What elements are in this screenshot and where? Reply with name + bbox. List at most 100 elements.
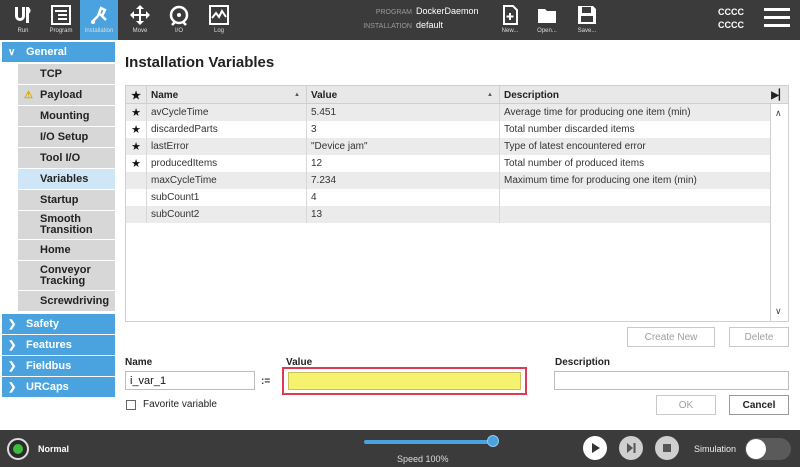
header-name[interactable]: Name ▲ (147, 86, 307, 104)
name-label: Name (125, 357, 153, 368)
top-bar: Run Program Installation Move I/O Log PR… (0, 0, 800, 40)
nav-item-mounting[interactable]: Mounting (18, 106, 115, 127)
nav-group-urcaps[interactable]: ❯ URCaps (2, 377, 115, 397)
variables-table: ★ Name ▲ Value ▲ Description ▶▏ ★ avCycleTi… (125, 85, 789, 322)
header-value[interactable]: Value ▲ (307, 86, 500, 104)
io-tab[interactable]: I/O (160, 0, 198, 40)
table-row[interactable]: ★ lastError "Device jam" Type of latest enc… (126, 138, 770, 155)
power-status-icon (13, 444, 23, 454)
program-key: PROGRAM (375, 9, 412, 16)
step-button[interactable] (619, 436, 643, 460)
table-row[interactable]: ★ discardedParts 3 Total number discarded i… (126, 121, 770, 138)
log-tab[interactable]: Log (200, 0, 238, 40)
program-tab[interactable]: Program (42, 0, 80, 40)
header-name-label: Name (151, 89, 179, 101)
nav-item-tcp[interactable]: TCP (18, 64, 115, 85)
column-collapse-icon[interactable]: ▶▏ (770, 86, 788, 104)
header-star[interactable]: ★ (126, 86, 147, 104)
nav-group-fieldbus[interactable]: ❯ Fieldbus (2, 356, 115, 376)
table-row[interactable]: subCount1 4 (126, 189, 770, 206)
nav-item-mounting-label: Mounting (40, 109, 90, 122)
table-row[interactable]: ★ avCycleTime 5.451 Average time for produc… (126, 104, 770, 121)
speed-label: Speed 100% (397, 454, 449, 464)
nav-item-startup[interactable]: Startup (18, 190, 115, 211)
play-button[interactable] (583, 436, 607, 460)
nav-group-general[interactable]: ∨ General (2, 42, 115, 62)
open-button-label: Open... (537, 28, 557, 34)
value-input-highlight (282, 367, 527, 395)
chevron-down-icon: ∨ (8, 46, 16, 58)
chevron-right-icon: ❯ (8, 381, 17, 393)
scroll-up-icon[interactable]: ∧ (775, 108, 782, 119)
speed-slider[interactable] (364, 440, 494, 444)
table-row[interactable]: subCount2 13 (126, 206, 770, 223)
delete-button[interactable]: Delete (729, 327, 789, 347)
nav-group-features[interactable]: ❯ Features (2, 335, 115, 355)
nav-item-home[interactable]: Home (18, 240, 115, 261)
simulation-toggle[interactable] (745, 438, 791, 460)
program-info: PROGRAM DockerDaemon INSTALLATION default (360, 5, 479, 33)
favorite-star-icon (126, 189, 147, 206)
nav-item-variables[interactable]: Variables (18, 169, 115, 190)
menu-icon[interactable] (764, 8, 790, 32)
simulation-label: Simulation (694, 444, 737, 454)
value-input[interactable] (288, 372, 521, 390)
nav-item-payload[interactable]: ⚠ Payload (18, 85, 115, 106)
nav-item-tool-io[interactable]: Tool I/O (18, 148, 115, 169)
nav-group-urcaps-label: URCaps (26, 381, 69, 393)
open-button[interactable]: Open... (528, 0, 566, 40)
nav-item-screwdriving[interactable]: Screwdriving (18, 291, 115, 312)
cell-name: subCount2 (147, 206, 307, 223)
cell-name: avCycleTime (147, 104, 307, 121)
nav-item-tool-io-label: Tool I/O (40, 151, 81, 164)
header-description[interactable]: Description (500, 86, 770, 104)
cell-value: 13 (307, 206, 500, 223)
installation-tab[interactable]: Installation (80, 0, 118, 40)
folder-icon (538, 9, 556, 23)
favorite-checkbox[interactable] (126, 400, 136, 410)
favorite-star-icon: ★ (126, 121, 147, 138)
stop-button[interactable] (655, 436, 679, 460)
nav-item-conveyor-tracking[interactable]: Conveyor Tracking (18, 261, 115, 291)
table-row[interactable]: ★ producedItems 12 Total number of produced… (126, 155, 770, 172)
nav-item-payload-label: Payload (40, 88, 83, 101)
table-row[interactable]: maxCycleTime 7.234 Maximum time for produc… (126, 172, 770, 189)
new-button[interactable]: New... (491, 0, 529, 40)
name-input[interactable]: i_var_1 (125, 371, 255, 390)
run-tab[interactable]: Run (4, 0, 42, 40)
create-new-button[interactable]: Create New (627, 327, 715, 347)
installation-key: INSTALLATION (363, 23, 412, 30)
program-tab-label: Program (49, 28, 73, 34)
nav-group-safety[interactable]: ❯ Safety (2, 314, 115, 334)
program-name: DockerDaemon (416, 6, 479, 16)
cell-value: 4 (307, 189, 500, 206)
speed-slider-handle[interactable] (487, 435, 499, 447)
nav-group-features-label: Features (26, 339, 72, 351)
favorite-star-icon (126, 172, 147, 189)
description-input[interactable] (554, 371, 789, 390)
favorite-star-icon: ★ (126, 138, 147, 155)
scroll-down-icon[interactable]: ∨ (775, 306, 782, 317)
new-button-label: New... (501, 28, 519, 34)
cell-name: maxCycleTime (147, 172, 307, 189)
io-tab-label: I/O (174, 28, 183, 34)
bottom-bar: Normal Speed 100% Simulation (0, 430, 800, 467)
save-button[interactable]: Save... (568, 0, 606, 40)
sort-up-icon: ▲ (487, 92, 493, 98)
chevron-right-icon: ❯ (8, 318, 17, 330)
ok-button[interactable]: OK (656, 395, 716, 415)
nav-item-smooth-transition-label: Smooth Transition (40, 213, 93, 236)
run-tab-label: Run (17, 28, 29, 34)
cell-name: lastError (147, 138, 307, 155)
move-tab[interactable]: Move (121, 0, 159, 40)
power-button[interactable] (7, 438, 29, 460)
nav-item-io-setup[interactable]: I/O Setup (18, 127, 115, 148)
table-header: ★ Name ▲ Value ▲ Description ▶▏ (126, 86, 788, 104)
nav-item-conveyor-tracking-label: Conveyor Tracking (40, 263, 91, 287)
chevron-right-icon: ❯ (8, 339, 17, 351)
nav-item-tcp-label: TCP (40, 67, 62, 80)
table-scrollbar[interactable]: ∧ ∨ (770, 104, 788, 321)
nav-item-smooth-transition[interactable]: Smooth Transition (18, 211, 115, 240)
cancel-button[interactable]: Cancel (729, 395, 789, 415)
cell-value: 12 (307, 155, 500, 172)
